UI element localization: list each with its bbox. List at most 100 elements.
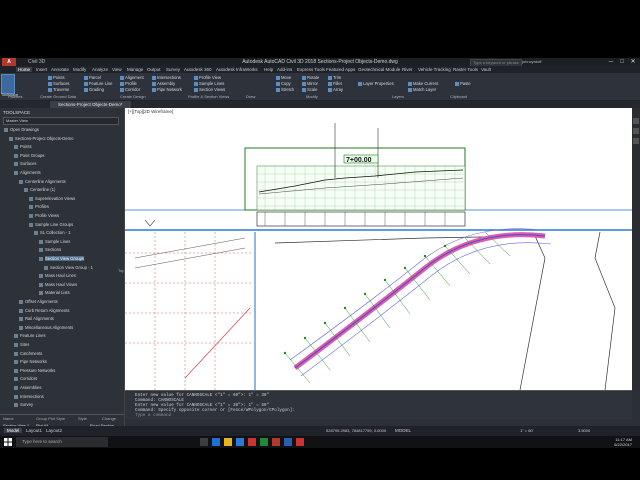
section-views-button[interactable]: Section Views <box>194 87 225 92</box>
intersections-button[interactable]: Intersections <box>152 75 181 80</box>
tree-item[interactable]: Sample Line Groups <box>28 222 73 227</box>
stretch-button[interactable]: Stretch <box>276 87 294 92</box>
tree-item[interactable]: Survey <box>13 402 33 408</box>
side-tab-top[interactable]: Top <box>118 268 124 273</box>
tree-item[interactable]: Offset Alignments <box>19 299 58 304</box>
paste-button[interactable]: Paste <box>455 81 471 86</box>
toolspace-button[interactable] <box>1 74 15 94</box>
tab-layout1[interactable]: Layout1 <box>26 428 42 433</box>
tree-item[interactable]: Intersections <box>14 394 44 399</box>
navbar-orbit-icon[interactable] <box>633 138 639 144</box>
parcel-button[interactable]: Parcel <box>84 75 101 80</box>
taskbar-search-input[interactable]: Type here to search <box>16 437 108 447</box>
model-space-toggle[interactable]: MODEL <box>395 428 411 433</box>
layer-properties-button[interactable]: Layer Properties <box>358 81 394 86</box>
grading-button[interactable]: Grading <box>84 87 104 92</box>
make-current-button[interactable]: Make Current <box>408 81 438 86</box>
profile-view-button[interactable]: Profile View <box>194 75 221 80</box>
tab-model[interactable]: Model <box>4 428 23 433</box>
station-label[interactable]: 7+00.00 <box>346 157 372 164</box>
close-button[interactable]: ✕ <box>628 58 638 66</box>
points-button[interactable]: Points <box>48 75 65 80</box>
tree-item[interactable]: Open Drawings <box>4 127 39 132</box>
tree-item[interactable]: Alignments <box>14 170 41 175</box>
panel-draw[interactable]: Draw <box>246 94 255 99</box>
column-style[interactable]: Style <box>78 416 87 421</box>
view-selector[interactable]: Master View <box>3 117 119 125</box>
fillet-button[interactable]: Fillet <box>328 81 342 86</box>
tab-infraworks[interactable]: Autodesk InfraWorks <box>216 67 258 72</box>
autocad-icon[interactable] <box>248 438 256 446</box>
panel-clipboard[interactable]: Clipboard <box>450 94 467 99</box>
trim-button[interactable]: Trim <box>328 75 341 80</box>
tree-item[interactable]: Pipe Networks <box>14 359 47 365</box>
command-input[interactable]: Type a command <box>135 413 171 418</box>
tab-help[interactable]: Help <box>264 67 273 72</box>
tree-item[interactable]: SL Collection - 1 <box>34 230 71 236</box>
tab-output[interactable]: Output <box>147 67 161 72</box>
windows-start-icon[interactable] <box>4 438 12 446</box>
panel-profile-section-views[interactable]: Profile & Section Views <box>188 94 229 99</box>
scale-button[interactable]: Scale <box>302 87 317 92</box>
maximize-button[interactable]: □ <box>617 58 627 66</box>
navbar-zoom-icon[interactable] <box>633 128 639 134</box>
tree-item[interactable]: Assemblies <box>13 385 41 390</box>
drawing-canvas[interactable]: 7+00.00 [+][Top][2D Wireframe] <box>125 108 632 390</box>
panel-create-design[interactable]: Create Design <box>120 94 146 99</box>
tree-item[interactable]: Points <box>14 144 32 150</box>
tree-item[interactable]: Sections <box>38 247 61 253</box>
user-name[interactable]: johncyrdoff <box>522 59 542 64</box>
tab-featured-apps[interactable]: Featured Apps <box>326 67 355 72</box>
annotation-scale[interactable]: 1" = 60' <box>520 428 533 433</box>
tree-item[interactable]: Point Groups <box>13 153 44 158</box>
tree-item[interactable]: Feature Lines <box>14 333 46 339</box>
tab-survey[interactable]: Survey <box>166 67 180 72</box>
profile-button[interactable]: Profile <box>120 81 137 86</box>
tab-view[interactable]: View <box>112 67 122 72</box>
panel-create-ground-data[interactable]: Create Ground Data <box>40 94 76 99</box>
tree-item[interactable]: Pressure Networks <box>13 368 55 373</box>
tree-item[interactable]: Miscellaneous Alignments <box>18 325 73 330</box>
document-tab[interactable]: Sections-Project Objects-Demo* <box>50 101 131 108</box>
file-explorer-icon[interactable] <box>224 438 232 446</box>
column-change[interactable]: Change <box>102 416 116 421</box>
array-button[interactable]: Array <box>328 87 343 92</box>
column-name[interactable]: Name <box>3 416 14 421</box>
tree-item[interactable]: Centerline (1) <box>23 187 55 193</box>
powerpoint-icon[interactable] <box>272 438 280 446</box>
tab-river[interactable]: River <box>402 67 413 72</box>
edge-icon[interactable] <box>212 438 220 446</box>
tree-item[interactable]: Centerline Alignments <box>19 179 66 184</box>
store-icon[interactable] <box>236 438 244 446</box>
sample-lines-button[interactable]: Sample Lines <box>194 81 224 86</box>
pipe-network-button[interactable]: Pipe Network <box>152 87 182 92</box>
tab-annotate[interactable]: Annotate <box>51 67 69 72</box>
viewport-controls[interactable]: [+][Top][2D Wireframe] <box>128 109 173 114</box>
units-display[interactable]: 3.5000 <box>578 428 590 433</box>
tab-add-ins[interactable]: Add-ins <box>277 67 292 72</box>
tab-layout2[interactable]: Layout2 <box>46 428 62 433</box>
traverse-button[interactable]: Traverse <box>48 87 69 92</box>
excel-icon[interactable] <box>260 438 268 446</box>
copy-button[interactable]: Copy <box>276 81 291 86</box>
tree-item[interactable]: Sites <box>13 342 29 347</box>
word-icon[interactable] <box>284 438 292 446</box>
corridor-button[interactable]: Corridor <box>120 87 140 92</box>
tree-item[interactable]: Corridors <box>13 376 37 382</box>
tree-item[interactable]: Surfaces <box>14 161 37 167</box>
mirror-button[interactable]: Mirror <box>302 81 318 86</box>
tree-item[interactable]: Material Lists <box>39 290 70 296</box>
column-group-plot-style[interactable]: Group Plot Style <box>36 416 65 421</box>
match-layer-button[interactable]: Match Layer <box>408 87 436 92</box>
panel-layers[interactable]: Layers <box>392 94 404 99</box>
tree-item[interactable]: Rail Alignments <box>19 316 54 322</box>
panel-palettes[interactable]: Palettes <box>8 94 22 99</box>
tree-item[interactable]: Catchments <box>13 351 42 356</box>
alignment-button[interactable]: Alignment <box>120 75 144 80</box>
recorder-icon[interactable] <box>296 438 304 446</box>
tab-vault[interactable]: Vault <box>481 67 491 72</box>
tab-autodesk-360[interactable]: Autodesk 360 <box>184 67 212 72</box>
tree-item[interactable]: Mass Haul Lines <box>39 273 76 279</box>
move-button[interactable]: Move <box>276 75 291 80</box>
tree-item[interactable]: Profile Views <box>28 213 59 218</box>
